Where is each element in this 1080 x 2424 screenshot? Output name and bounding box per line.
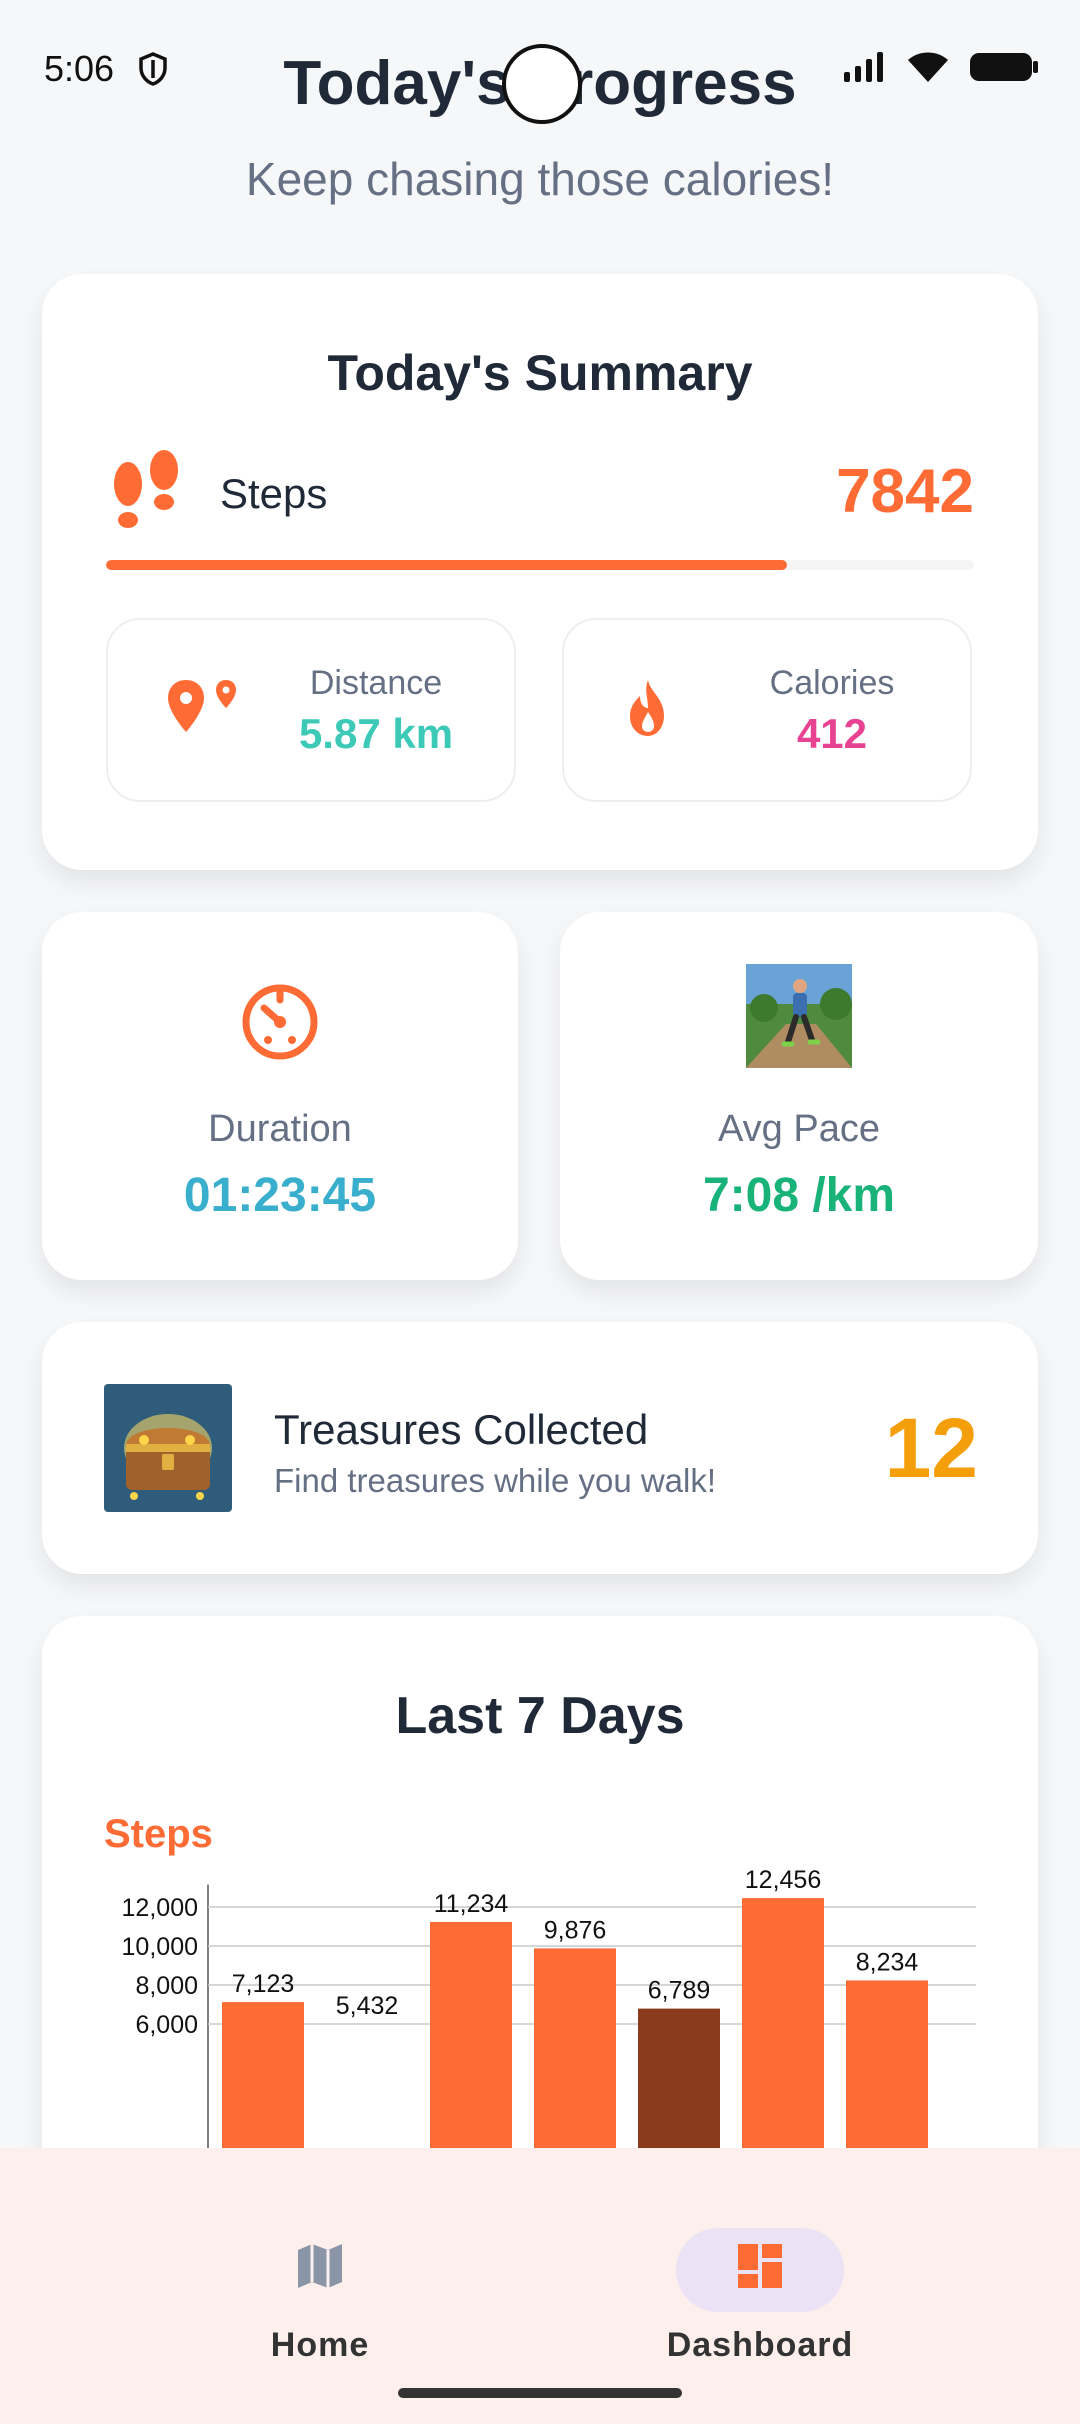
screen: 5:06 Today's Progress Keep chasing those… xyxy=(0,0,1080,2424)
camera-cutout xyxy=(502,44,582,124)
page-subtitle: Keep chasing those calories! xyxy=(245,153,835,205)
y-tick-label: 10,000 xyxy=(122,1933,198,1961)
runner-image xyxy=(746,964,852,1073)
treasures-count: 12 xyxy=(884,1401,978,1495)
dashboard-icon xyxy=(734,2240,786,2297)
calories-value: 412 xyxy=(796,710,868,757)
calories-tile: Calories 412 xyxy=(562,618,972,802)
steps-label: Steps xyxy=(220,470,328,517)
distance-value: 5.87 km xyxy=(298,710,454,757)
y-tick-label: 12,000 xyxy=(122,1894,198,1922)
steps-value: 7842 xyxy=(836,457,974,526)
bar-value-label: 6,789 xyxy=(648,1977,711,2005)
treasures-title: Treasures Collected xyxy=(274,1406,649,1453)
timer-icon xyxy=(238,978,322,1067)
nav-dashboard-label: Dashboard xyxy=(666,2326,854,2364)
bar-value-label: 7,123 xyxy=(232,1970,295,1998)
pace-label: Avg Pace xyxy=(718,1108,880,1150)
summary-title: Today's Summary xyxy=(327,345,753,401)
duration-value: 01:23:45 xyxy=(183,1169,377,1222)
bar-value-label: 12,456 xyxy=(745,1866,821,1894)
distance-tile: Distance 5.87 km xyxy=(106,618,516,802)
bar-value-label: 11,234 xyxy=(434,1890,509,1918)
bar-value-label: 8,234 xyxy=(856,1948,919,1976)
nav-home[interactable]: Home xyxy=(170,2188,470,2364)
flame-icon xyxy=(620,676,676,745)
treasure-chest-image xyxy=(104,1384,232,1512)
map-icon xyxy=(294,2240,346,2297)
footsteps-icon xyxy=(106,448,186,543)
duration-label: Duration xyxy=(208,1108,352,1150)
home-indicator[interactable] xyxy=(398,2388,682,2398)
bottom-nav: Home Dashboard xyxy=(0,2148,1080,2424)
treasures-card: Treasures Collected Find treasures while… xyxy=(42,1322,1038,1574)
y-tick-label: 8,000 xyxy=(135,1972,198,2000)
nav-home-label: Home xyxy=(270,2326,370,2364)
bar-value-label: 5,432 xyxy=(336,1992,399,2020)
nav-dashboard[interactable]: Dashboard xyxy=(610,2188,910,2364)
summary-card: Today's Summary Steps 7842 Distance 5.87… xyxy=(42,274,1038,870)
distance-label: Distance xyxy=(309,664,443,702)
steps-progress-fill xyxy=(106,560,787,570)
treasures-subtitle: Find treasures while you walk! xyxy=(274,1462,717,1499)
y-tick-label: 6,000 xyxy=(135,2011,198,2039)
calories-label: Calories xyxy=(769,664,895,702)
location-pin-icon xyxy=(164,676,244,745)
bar-value-label: 9,876 xyxy=(544,1916,607,1944)
steps-progress-bar xyxy=(106,560,974,570)
pace-value: 7:08 /km xyxy=(702,1169,896,1222)
pace-card: Avg Pace 7:08 /km xyxy=(560,912,1038,1280)
duration-card: Duration 01:23:45 xyxy=(42,912,518,1280)
